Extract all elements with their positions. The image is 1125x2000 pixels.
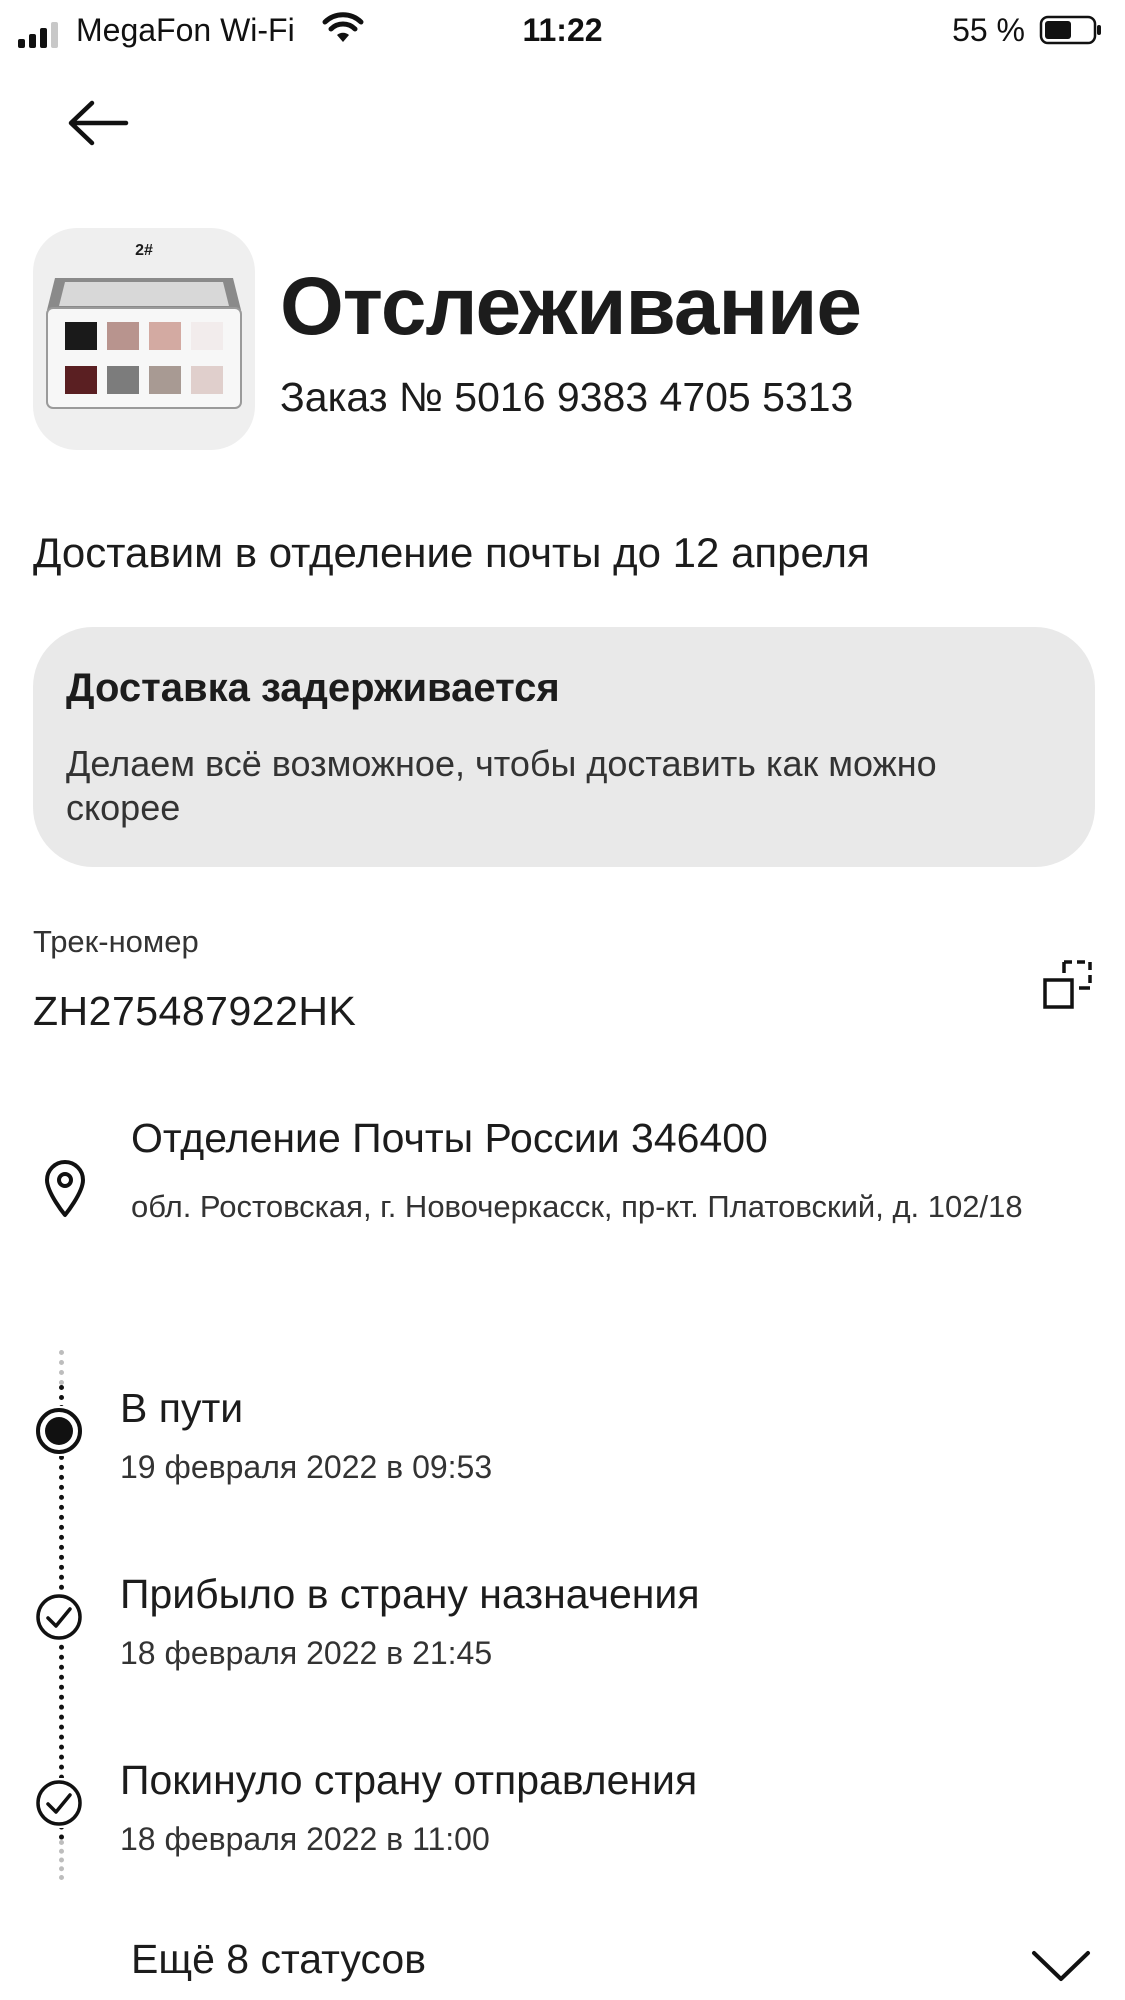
notice-title: Доставка задерживается xyxy=(66,666,560,710)
delay-notice-card: Доставка задерживается Делаем всё возмож… xyxy=(33,627,1095,867)
post-office-address: обл. Ростовская, г. Новочеркасск, пр-кт.… xyxy=(131,1189,1023,1224)
timeline-line-top xyxy=(59,1350,64,1385)
check-circle-icon xyxy=(34,1778,84,1828)
status-date: 18 февраля 2022 в 11:00 xyxy=(120,1821,490,1857)
battery-icon xyxy=(1039,15,1101,45)
product-image-label: 2# xyxy=(135,242,153,259)
location-pin-icon xyxy=(45,1160,85,1217)
tracking-number[interactable]: ZH275487922HK xyxy=(33,985,356,1037)
post-office-name: Отделение Почты России 346400 xyxy=(131,1115,768,1161)
chevron-down-icon[interactable] xyxy=(1030,1948,1092,1984)
delivery-estimate: Доставим в отделение почты до 12 апреля xyxy=(33,529,870,576)
check-circle-icon xyxy=(34,1592,84,1642)
status-title: Прибыло в страну назначения xyxy=(120,1571,700,1617)
more-statuses-button[interactable]: Ещё 8 статусов xyxy=(131,1933,426,1985)
status-date: 19 февраля 2022 в 09:53 xyxy=(120,1449,493,1485)
notice-text: Делаем всё возможное, чтобы доставить ка… xyxy=(66,743,937,828)
status-date: 18 февраля 2022 в 21:45 xyxy=(120,1635,493,1671)
timeline-line-bottom xyxy=(59,1840,64,1880)
tracking-label: Трек-номер xyxy=(33,924,199,959)
product-thumbnail: 2# xyxy=(33,228,255,450)
status-title: Покинуло страну отправления xyxy=(120,1757,698,1803)
status-title: В пути xyxy=(120,1385,244,1431)
order-number: Заказ № 5016 9383 4705 5313 xyxy=(280,374,854,420)
copy-icon[interactable] xyxy=(1042,958,1094,1010)
eyeshadow-palette-image xyxy=(46,278,242,409)
battery-percent: 55 % xyxy=(952,12,1025,48)
page-title: Отслеживание xyxy=(280,261,862,352)
current-status-icon xyxy=(34,1406,84,1456)
back-arrow-icon[interactable] xyxy=(66,98,130,148)
